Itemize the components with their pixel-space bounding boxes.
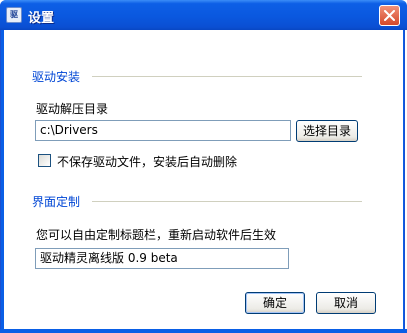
section-title-ui-customization: 界面定制 — [32, 195, 81, 209]
delete-after-install-checkbox[interactable] — [38, 154, 51, 167]
delete-after-install-label[interactable]: 不保存驱动文件，安装后自动删除 — [57, 153, 237, 170]
cancel-button[interactable]: 取消 — [316, 292, 376, 314]
section-divider — [92, 76, 362, 77]
window-title-input[interactable]: 驱动精灵离线版 0.9 beta — [35, 248, 289, 269]
section-title-driver-install: 驱动安装 — [32, 70, 81, 84]
browse-directory-button[interactable]: 选择目录 — [296, 120, 358, 142]
driver-dir-label: 驱动解压目录 — [36, 102, 109, 116]
close-button[interactable] — [379, 5, 400, 26]
close-icon — [384, 10, 395, 21]
title-bar[interactable]: 驱 设置 — [0, 0, 407, 30]
ok-button[interactable]: 确定 — [245, 292, 305, 314]
window-frame-bottom — [0, 329, 407, 333]
window-title: 设置 — [28, 11, 55, 26]
title-customization-hint: 您可以自由定制标题栏，重新启动软件后生效 — [36, 228, 277, 242]
driver-dir-input[interactable]: c:\Drivers — [35, 120, 291, 141]
section-divider — [92, 201, 362, 202]
driver-genius-icon: 驱 — [6, 7, 22, 23]
dialog-body: 驱动安装 驱动解压目录 c:\Drivers 选择目录 不保存驱动文件，安装后自… — [4, 30, 403, 329]
